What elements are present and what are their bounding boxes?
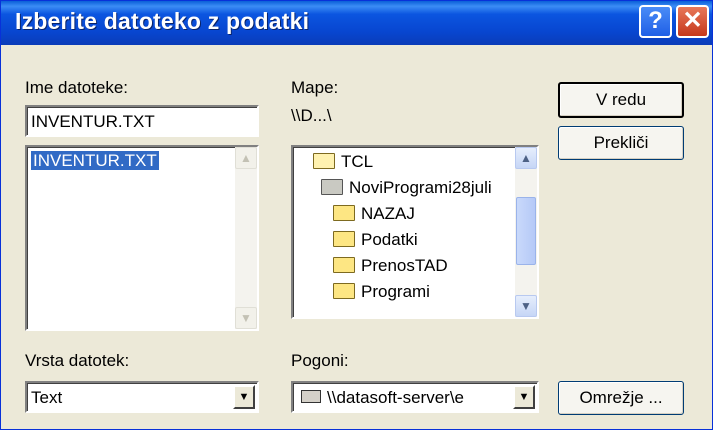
ok-button[interactable]: V redu [558,82,684,118]
file-type-select[interactable]: Text ▼ [25,381,259,413]
folder-list-scrollbar[interactable]: ▲ ▼ [515,147,537,317]
list-item[interactable]: INVENTUR.TXT [31,151,159,171]
file-list-item: INVENTUR.TXT [31,151,159,170]
list-item[interactable]: TCL [313,149,373,175]
folders-label: Mape: [291,78,339,97]
list-item[interactable]: Programi [333,279,430,305]
close-button[interactable]: ✕ [676,5,709,38]
file-type-label: Vrsta datotek: [25,351,130,370]
folder-name: Programi [361,282,430,301]
chevron-down-icon[interactable]: ▼ [513,385,535,409]
file-open-dialog: Izberite datoteko z podatki ? ✕ Ime dato… [0,0,713,430]
folder-name: NAZAJ [361,204,415,223]
list-item[interactable]: NoviProgrami28juli [321,175,492,201]
open-folder-icon [321,179,343,195]
list-item[interactable]: NAZAJ [333,201,415,227]
list-item[interactable]: Podatki [333,227,418,253]
open-folder-icon [313,153,335,169]
scroll-thumb[interactable] [516,197,536,265]
folder-name: PrenosTAD [361,256,448,275]
list-item[interactable]: PrenosTAD [333,253,448,279]
file-type-value: Text [31,388,63,407]
scroll-down-icon[interactable]: ▼ [515,295,537,317]
help-button[interactable]: ? [639,5,672,38]
folder-icon [333,205,355,221]
folder-icon [333,231,355,247]
network-drive-icon [301,390,321,403]
help-icon: ? [648,7,663,34]
filename-input-value: INVENTUR.TXT [31,112,155,131]
folder-name: NoviProgrami28juli [349,178,492,197]
drive-select[interactable]: \\datasoft-server\e ▼ [291,381,539,413]
filename-input[interactable]: INVENTUR.TXT [25,105,259,137]
cancel-button[interactable]: Prekliči [558,126,684,160]
folder-name: Podatki [361,230,418,249]
scroll-up-icon[interactable]: ▲ [515,147,537,169]
folder-name: TCL [341,152,374,171]
filename-label: Ime datoteke: [25,78,129,97]
file-list-scrollbar[interactable]: ▲ ▼ [235,147,257,329]
dialog-title: Izberite datoteko z podatki [15,8,310,34]
current-path: \\D...\ [291,106,332,125]
file-list[interactable]: INVENTUR.TXT ▲ ▼ [25,145,259,331]
drive-value: \\datasoft-server\e [327,388,465,407]
folder-icon [333,283,355,299]
chevron-down-icon[interactable]: ▼ [233,385,255,409]
scroll-down-icon[interactable]: ▼ [235,307,257,329]
close-icon: ✕ [682,7,703,34]
folder-icon [333,257,355,273]
drives-label: Pogoni: [291,351,349,370]
network-button[interactable]: Omrežje ... [558,381,684,415]
folder-list[interactable]: TCL NoviProgrami28juli NAZAJ Podatki Pre… [291,145,539,319]
scroll-up-icon[interactable]: ▲ [235,147,257,169]
title-bar[interactable]: Izberite datoteko z podatki ? ✕ [1,1,712,45]
drive-value-wrap: \\datasoft-server\e [301,388,464,408]
